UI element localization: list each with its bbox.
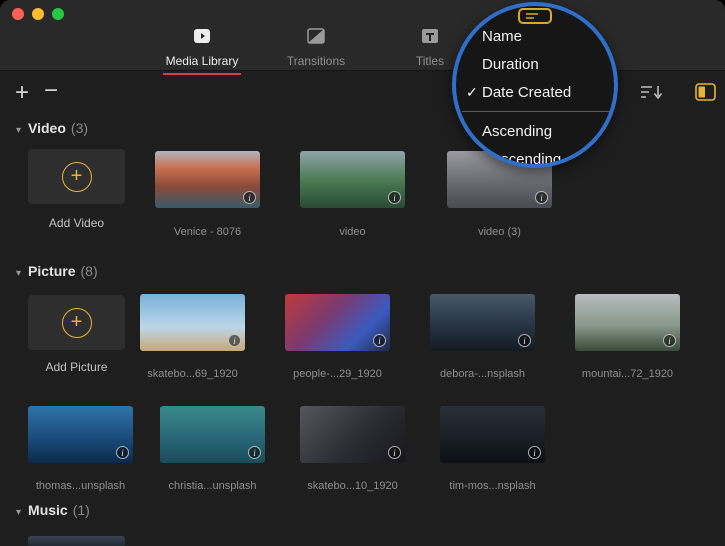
info-icon[interactable]: i xyxy=(248,446,261,459)
section-header-picture: ▾ Picture (8) xyxy=(16,263,98,279)
titlebar: Media Library Transitions Titles xyxy=(0,0,725,71)
tab-bar: Media Library Transitions Titles xyxy=(152,26,480,75)
thumbnail-label: video xyxy=(283,226,422,238)
transitions-icon xyxy=(305,26,327,51)
menu-item-ascending[interactable]: Ascending xyxy=(460,117,614,145)
thumbnail-label: video (3) xyxy=(430,226,569,238)
menu-item-duration[interactable]: Duration xyxy=(460,50,614,78)
thumbnail-label: christia...unsplash xyxy=(143,480,282,492)
section-header-video: ▾ Video (3) xyxy=(16,120,88,136)
info-icon[interactable]: i xyxy=(388,446,401,459)
info-icon[interactable]: i xyxy=(388,191,401,204)
sort-menu: Name Duration ✓ Date Created Ascending ✓… xyxy=(460,22,614,168)
section-count: (8) xyxy=(81,263,98,279)
disclosure-triangle-icon[interactable]: ▾ xyxy=(16,125,21,136)
thumbnail-label: debora-...nsplash xyxy=(413,368,552,380)
tab-label: Media Library xyxy=(166,54,239,68)
thumbnail-label: skatebo...10_1920 xyxy=(283,480,422,492)
disclosure-triangle-icon[interactable]: ▾ xyxy=(16,507,21,518)
info-icon[interactable]: i xyxy=(228,334,241,347)
info-icon[interactable]: i xyxy=(373,334,386,347)
menu-item-label: Duration xyxy=(482,56,539,73)
tab-transitions[interactable]: Transitions xyxy=(266,26,366,75)
add-video-label: Add Video xyxy=(28,216,125,230)
info-icon[interactable]: i xyxy=(243,191,256,204)
menu-item-name[interactable]: Name xyxy=(460,22,614,50)
thumbnail-label: thomas...unsplash xyxy=(11,480,150,492)
add-media-button[interactable]: + xyxy=(15,81,29,105)
zoom-button[interactable] xyxy=(52,8,64,20)
section-title: Video xyxy=(28,120,66,136)
active-tab-underline xyxy=(163,73,241,75)
thumbnail-label: Venice - 8076 xyxy=(138,226,277,238)
tab-label: Transitions xyxy=(287,54,345,68)
info-icon[interactable]: i xyxy=(528,446,541,459)
menu-separator xyxy=(462,111,612,112)
section-count: (3) xyxy=(71,120,88,136)
thumbnail-label: people-...29_1920 xyxy=(268,368,407,380)
disclosure-triangle-icon[interactable]: ▾ xyxy=(16,268,21,279)
thumbnail-picture[interactable]: i xyxy=(575,294,680,351)
thumbnail-video[interactable]: i xyxy=(155,151,260,208)
media-panel-toggle-button[interactable] xyxy=(695,83,716,106)
menu-item-date-created[interactable]: ✓ Date Created xyxy=(460,78,614,106)
menu-item-label: Ascending xyxy=(482,123,552,140)
info-icon[interactable]: i xyxy=(116,446,129,459)
add-video-button[interactable]: + xyxy=(28,149,125,204)
thumbnail-label: tim-mos...nsplash xyxy=(423,480,562,492)
section-title: Picture xyxy=(28,263,75,279)
checkmark-icon: ✓ xyxy=(460,84,482,101)
sort-button[interactable] xyxy=(638,83,664,106)
tab-label: Titles xyxy=(416,54,444,68)
minimize-button[interactable] xyxy=(32,8,44,20)
info-icon[interactable]: i xyxy=(535,191,548,204)
info-icon[interactable]: i xyxy=(663,334,676,347)
section-title: Music xyxy=(28,502,68,518)
thumbnail-picture[interactable]: i xyxy=(300,406,405,463)
thumbnail-label: skatebo...69_1920 xyxy=(123,368,262,380)
close-button[interactable] xyxy=(12,8,24,20)
menu-item-label: Date Created xyxy=(482,84,571,101)
thumbnail-label: mountai...72_1920 xyxy=(558,368,697,380)
plus-circle-icon: + xyxy=(62,308,92,338)
add-picture-label: Add Picture xyxy=(28,360,125,374)
thumbnail-picture[interactable]: i xyxy=(285,294,390,351)
thumbnail-picture[interactable]: i xyxy=(440,406,545,463)
titles-icon xyxy=(419,26,441,51)
remove-media-button[interactable]: − xyxy=(44,79,58,103)
media-library-icon xyxy=(191,26,213,51)
tab-media-library[interactable]: Media Library xyxy=(152,26,252,75)
thumbnail-picture[interactable]: i xyxy=(160,406,265,463)
thumbnail-video[interactable]: i xyxy=(300,151,405,208)
add-picture-button[interactable]: + xyxy=(28,295,125,350)
section-header-music: ▾ Music (1) xyxy=(16,502,90,518)
menu-item-label: Name xyxy=(482,28,522,45)
thumbnail-picture[interactable]: i xyxy=(140,294,245,351)
sort-menu-callout: Name Duration ✓ Date Created Ascending ✓… xyxy=(452,2,618,168)
plus-circle-icon: + xyxy=(62,162,92,192)
thumbnail-picture[interactable]: i xyxy=(430,294,535,351)
thumbnail-picture[interactable]: i xyxy=(28,406,133,463)
app-window: Media Library Transitions Titles + − xyxy=(0,0,725,546)
thumbnail-music[interactable] xyxy=(28,536,125,546)
section-count: (1) xyxy=(73,502,90,518)
info-icon[interactable]: i xyxy=(518,334,531,347)
